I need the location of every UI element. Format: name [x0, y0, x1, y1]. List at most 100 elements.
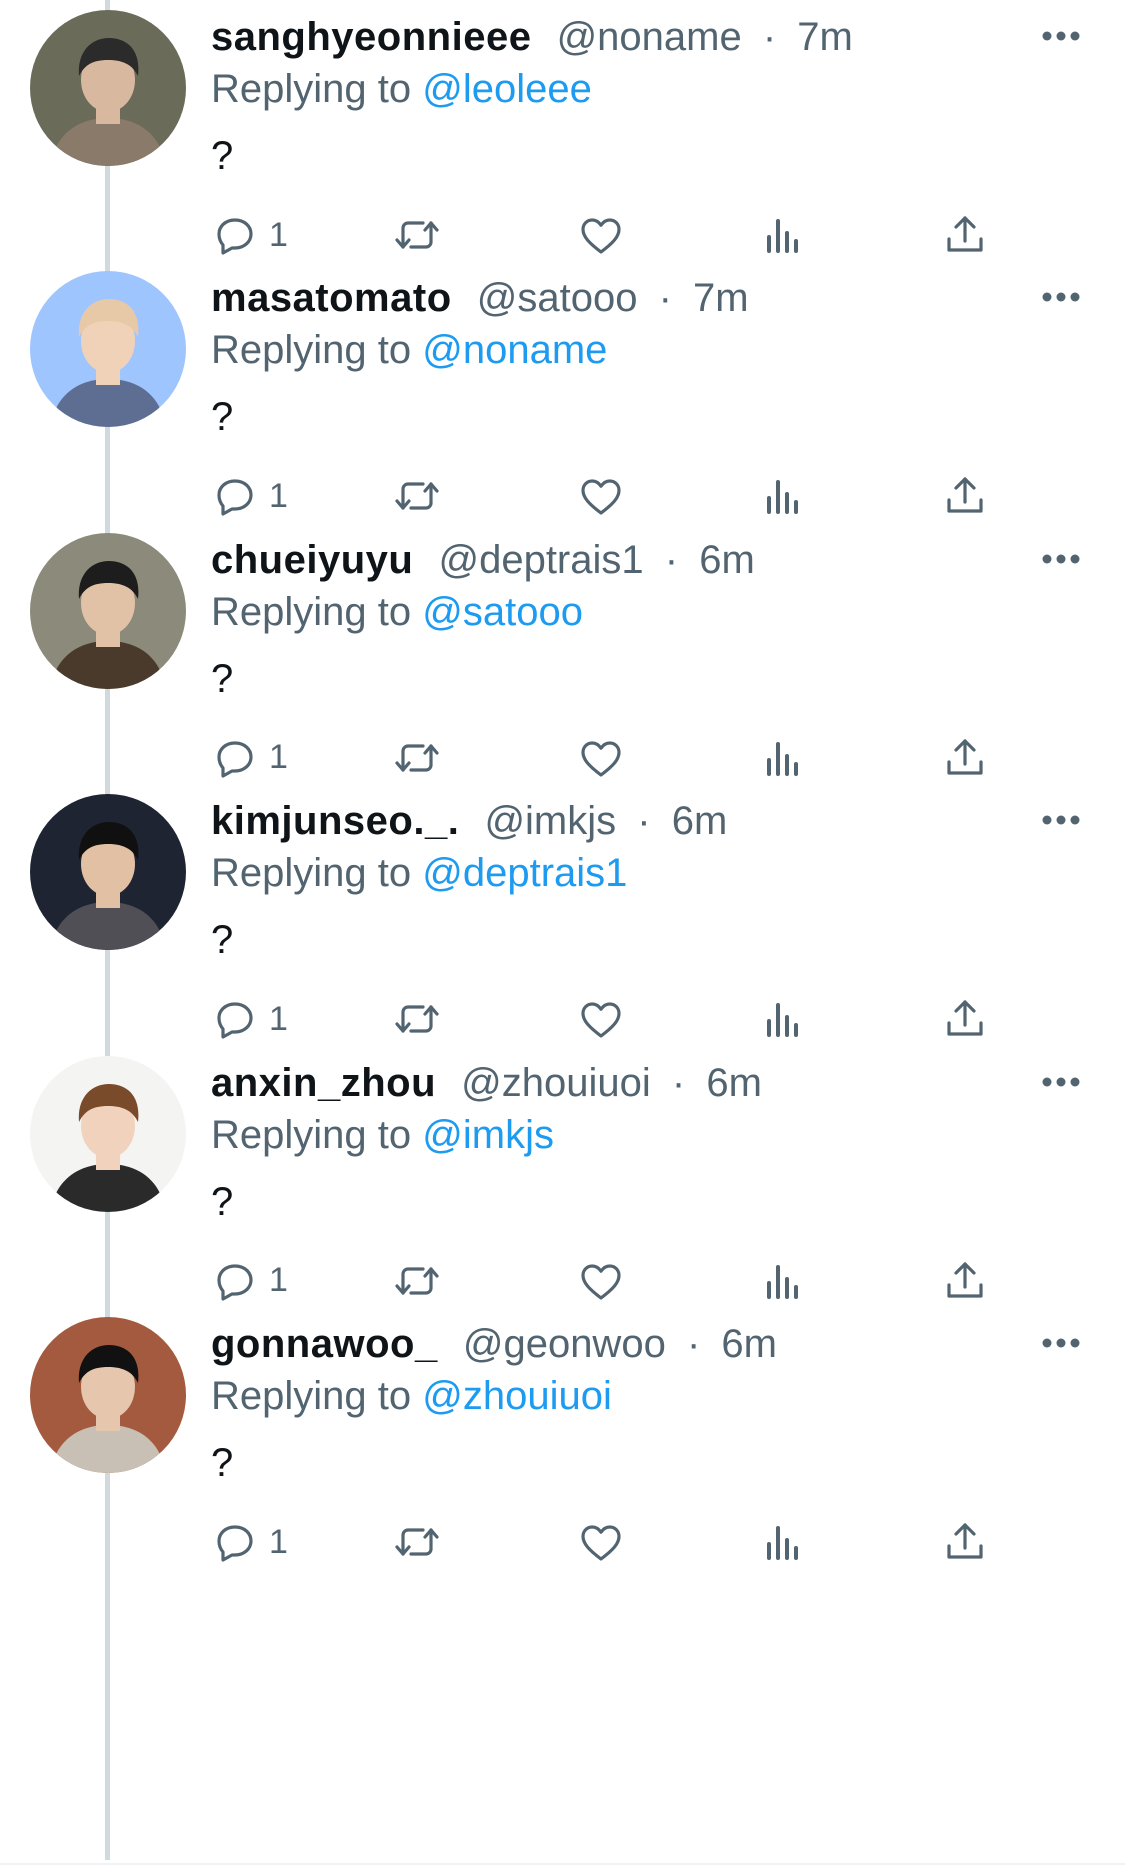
replying-to: Replying to @satooo	[211, 587, 583, 637]
timestamp[interactable]: 6m	[672, 799, 728, 843]
avatar[interactable]	[30, 1317, 186, 1473]
tweet-text: ?	[211, 656, 234, 701]
replying-to: Replying to @imkjs	[211, 1110, 554, 1160]
retweet-button[interactable]	[393, 1517, 441, 1567]
timestamp[interactable]: 7m	[797, 15, 853, 59]
avatar[interactable]	[30, 1055, 186, 1212]
more-icon[interactable]	[1041, 553, 1081, 565]
display-name[interactable]: chueiyuyu	[211, 538, 413, 582]
tweet-actions: 1	[211, 210, 1011, 260]
tweet-actions: 1	[211, 1256, 1011, 1306]
share-button[interactable]	[941, 1256, 989, 1306]
divider	[0, 1863, 1125, 1865]
replying-to-label: Replying to	[211, 1112, 412, 1157]
share-button[interactable]	[941, 733, 989, 783]
reply-to-mention[interactable]: @leoleee	[422, 67, 592, 111]
views-icon	[767, 1003, 798, 1038]
avatar[interactable]	[30, 10, 186, 166]
heart-icon	[581, 218, 621, 254]
tweet-header: gonnawoo_ @geonwoo · 6m	[211, 1319, 777, 1369]
like-button[interactable]	[577, 1517, 625, 1567]
separator: ·	[671, 1060, 686, 1105]
reply-icon	[217, 741, 253, 778]
views-button[interactable]	[759, 210, 807, 260]
views-button[interactable]	[759, 994, 807, 1044]
handle[interactable]: @deptrais1	[438, 538, 643, 582]
more-icon[interactable]	[1041, 291, 1081, 303]
retweet-button[interactable]	[393, 994, 441, 1044]
retweet-icon	[395, 1528, 439, 1556]
display-name[interactable]: masatomato	[211, 276, 452, 320]
reply-button[interactable]: 1	[211, 210, 288, 260]
share-button[interactable]	[941, 994, 989, 1044]
handle[interactable]: @zhouiuoi	[461, 1061, 651, 1105]
handle[interactable]: @noname	[557, 15, 742, 59]
views-button[interactable]	[759, 1517, 807, 1567]
retweet-icon	[395, 221, 439, 249]
tweet-text: ?	[211, 1179, 234, 1224]
heart-icon	[581, 1263, 621, 1300]
reply-to-mention[interactable]: @deptrais1	[422, 851, 627, 895]
retweet-button[interactable]	[393, 471, 441, 521]
like-button[interactable]	[577, 210, 625, 260]
share-button[interactable]	[941, 1517, 989, 1567]
handle[interactable]: @geonwoo	[463, 1322, 666, 1366]
replying-to-label: Replying to	[211, 851, 412, 896]
retweet-button[interactable]	[393, 733, 441, 783]
views-icon	[767, 1264, 798, 1299]
display-name[interactable]: gonnawoo_	[211, 1322, 438, 1366]
replying-to-label: Replying to	[211, 67, 412, 111]
like-button[interactable]	[577, 471, 625, 521]
more-icon[interactable]	[1041, 814, 1081, 826]
views-button[interactable]	[759, 1256, 807, 1306]
avatar[interactable]	[30, 794, 186, 951]
reply-to-mention[interactable]: @satooo	[422, 590, 583, 634]
tweet-actions: 1	[211, 1517, 1011, 1567]
more-icon[interactable]	[1041, 30, 1081, 42]
tweet-header: kimjunseo._. @imkjs · 6m	[211, 796, 727, 846]
display-name[interactable]: kimjunseo._.	[211, 799, 459, 843]
reply-count: 1	[269, 1261, 288, 1300]
views-button[interactable]	[759, 733, 807, 783]
reply-icon	[217, 218, 253, 255]
avatar[interactable]	[30, 532, 186, 689]
views-icon	[767, 1526, 798, 1560]
reply-to-mention[interactable]: @zhouiuoi	[422, 1374, 612, 1418]
reply-icon	[217, 1002, 253, 1039]
retweet-button[interactable]	[393, 1256, 441, 1306]
more-icon[interactable]	[1041, 1076, 1081, 1088]
like-button[interactable]	[577, 1256, 625, 1306]
reply-button[interactable]: 1	[211, 1517, 288, 1567]
share-button[interactable]	[941, 471, 989, 521]
reply-icon	[217, 1263, 253, 1301]
share-button[interactable]	[941, 210, 989, 260]
like-button[interactable]	[577, 733, 625, 783]
views-icon	[767, 741, 798, 776]
reply-icon	[217, 1525, 253, 1562]
views-button[interactable]	[759, 471, 807, 521]
reply-to-mention[interactable]: @imkjs	[422, 1113, 554, 1157]
tweet-text: ?	[211, 1441, 234, 1485]
display-name[interactable]: sanghyeonnieee	[211, 15, 531, 59]
reply-button[interactable]: 1	[211, 1256, 288, 1306]
like-button[interactable]	[577, 994, 625, 1044]
avatar[interactable]	[30, 271, 186, 428]
timestamp[interactable]: 7m	[693, 276, 749, 320]
reply-to-mention[interactable]: @noname	[422, 328, 607, 372]
reply-button[interactable]: 1	[211, 471, 288, 521]
handle[interactable]: @imkjs	[484, 799, 616, 843]
timestamp[interactable]: 6m	[699, 538, 755, 582]
retweet-icon	[395, 1005, 439, 1033]
timestamp[interactable]: 6m	[721, 1322, 777, 1366]
reply-button[interactable]: 1	[211, 994, 288, 1044]
handle[interactable]: @satooo	[477, 276, 638, 320]
tweet-actions: 1	[211, 471, 1011, 521]
retweet-button[interactable]	[393, 210, 441, 260]
reply-button[interactable]: 1	[211, 733, 288, 783]
replying-to-label: Replying to	[211, 328, 412, 373]
display-name[interactable]: anxin_zhou	[211, 1061, 436, 1105]
separator: ·	[686, 1322, 701, 1366]
reply-tweet[interactable]: gonnawoo_ @geonwoo · 6m Replying to @zho…	[0, 1307, 1125, 1618]
timestamp[interactable]: 6m	[706, 1061, 762, 1105]
more-icon[interactable]	[1041, 1337, 1081, 1349]
